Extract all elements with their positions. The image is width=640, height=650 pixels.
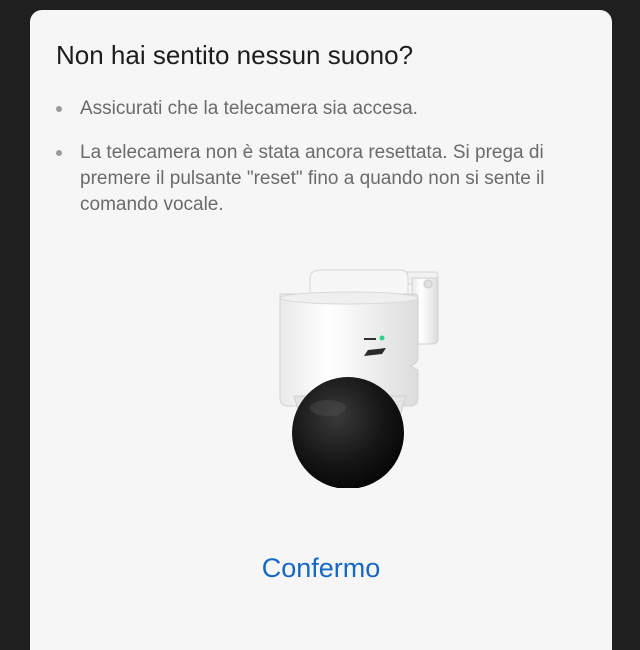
tip-text: La telecamera non è stata ancora resetta… — [80, 142, 545, 215]
bullet-icon — [56, 150, 62, 156]
tip-item: Assicurati che la telecamera sia accesa. — [52, 96, 592, 122]
dialog-title: Non hai sentito nessun suono? — [56, 40, 414, 70]
confirm-button[interactable]: Confermo — [30, 546, 612, 590]
tip-text: Assicurati che la telecamera sia accesa. — [80, 98, 418, 119]
tip-item: La telecamera non è stata ancora resetta… — [52, 140, 592, 218]
dialog: Non hai sentito nessun suono? Assicurati… — [30, 10, 612, 650]
security-camera-icon — [242, 258, 442, 489]
tips-list: Assicurati che la telecamera sia accesa.… — [52, 96, 592, 236]
bullet-icon — [56, 106, 62, 112]
